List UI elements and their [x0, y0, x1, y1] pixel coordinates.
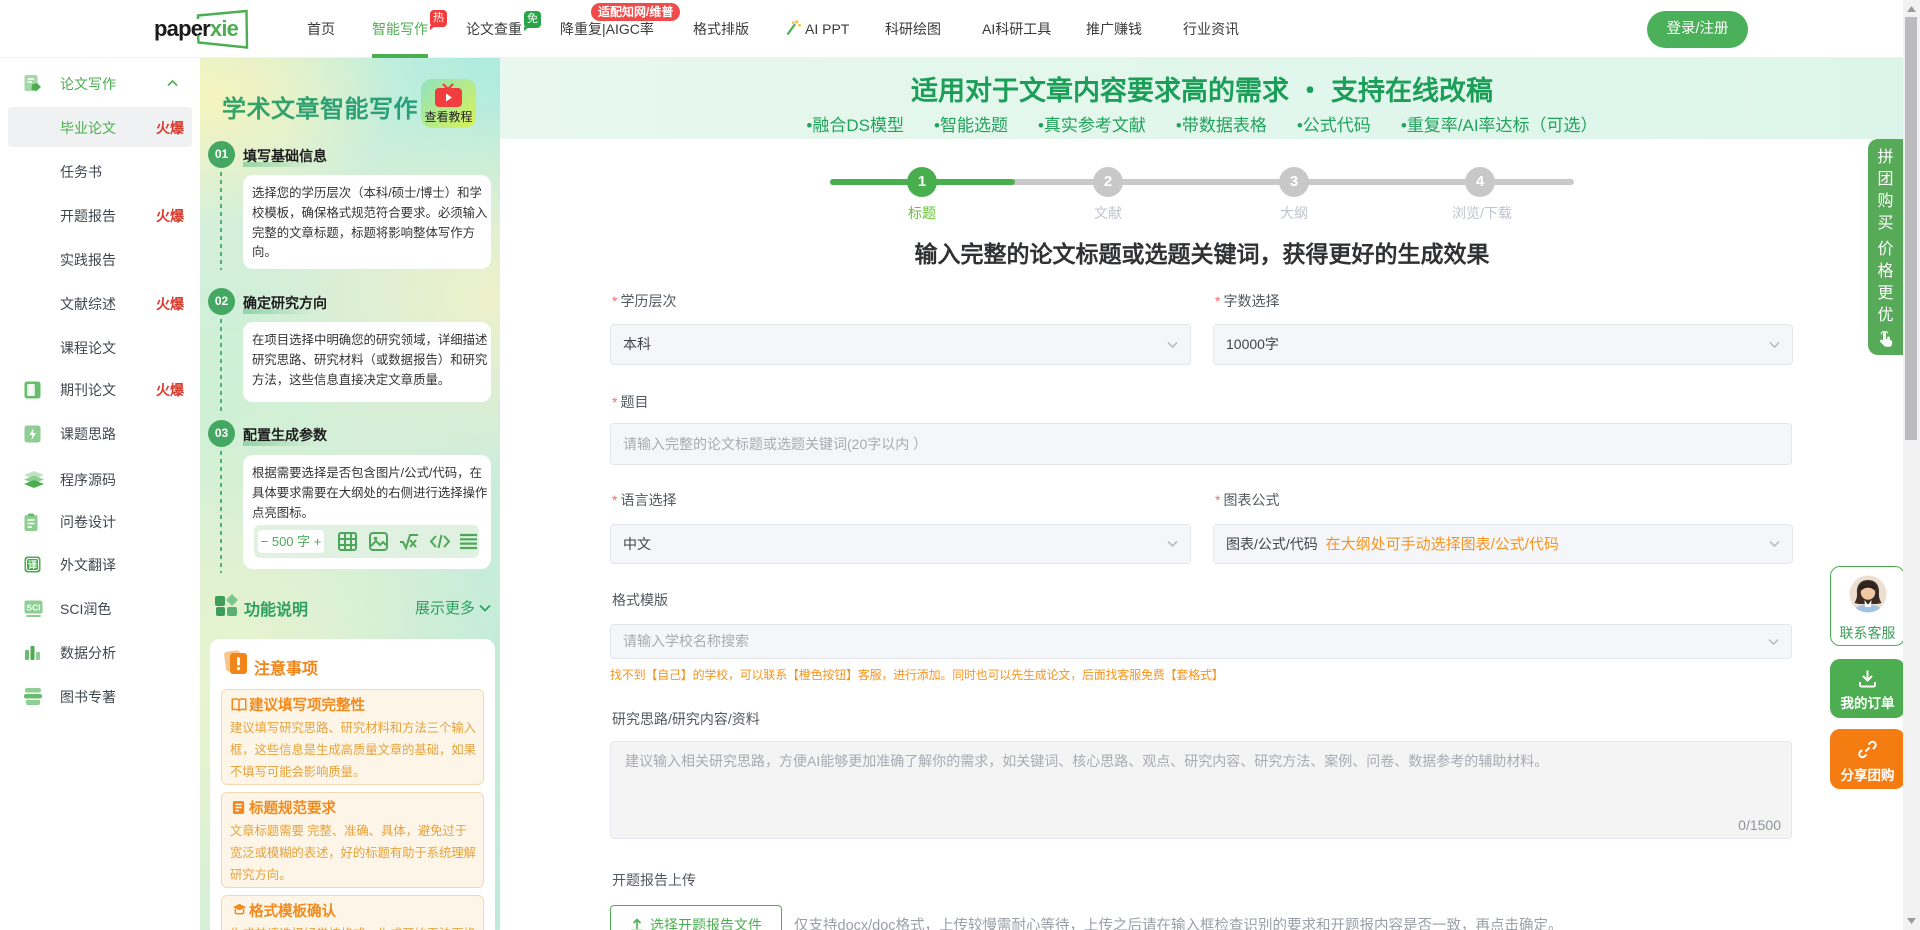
svg-text:译: 译 — [28, 559, 38, 570]
svg-text:SCI: SCI — [26, 603, 40, 613]
